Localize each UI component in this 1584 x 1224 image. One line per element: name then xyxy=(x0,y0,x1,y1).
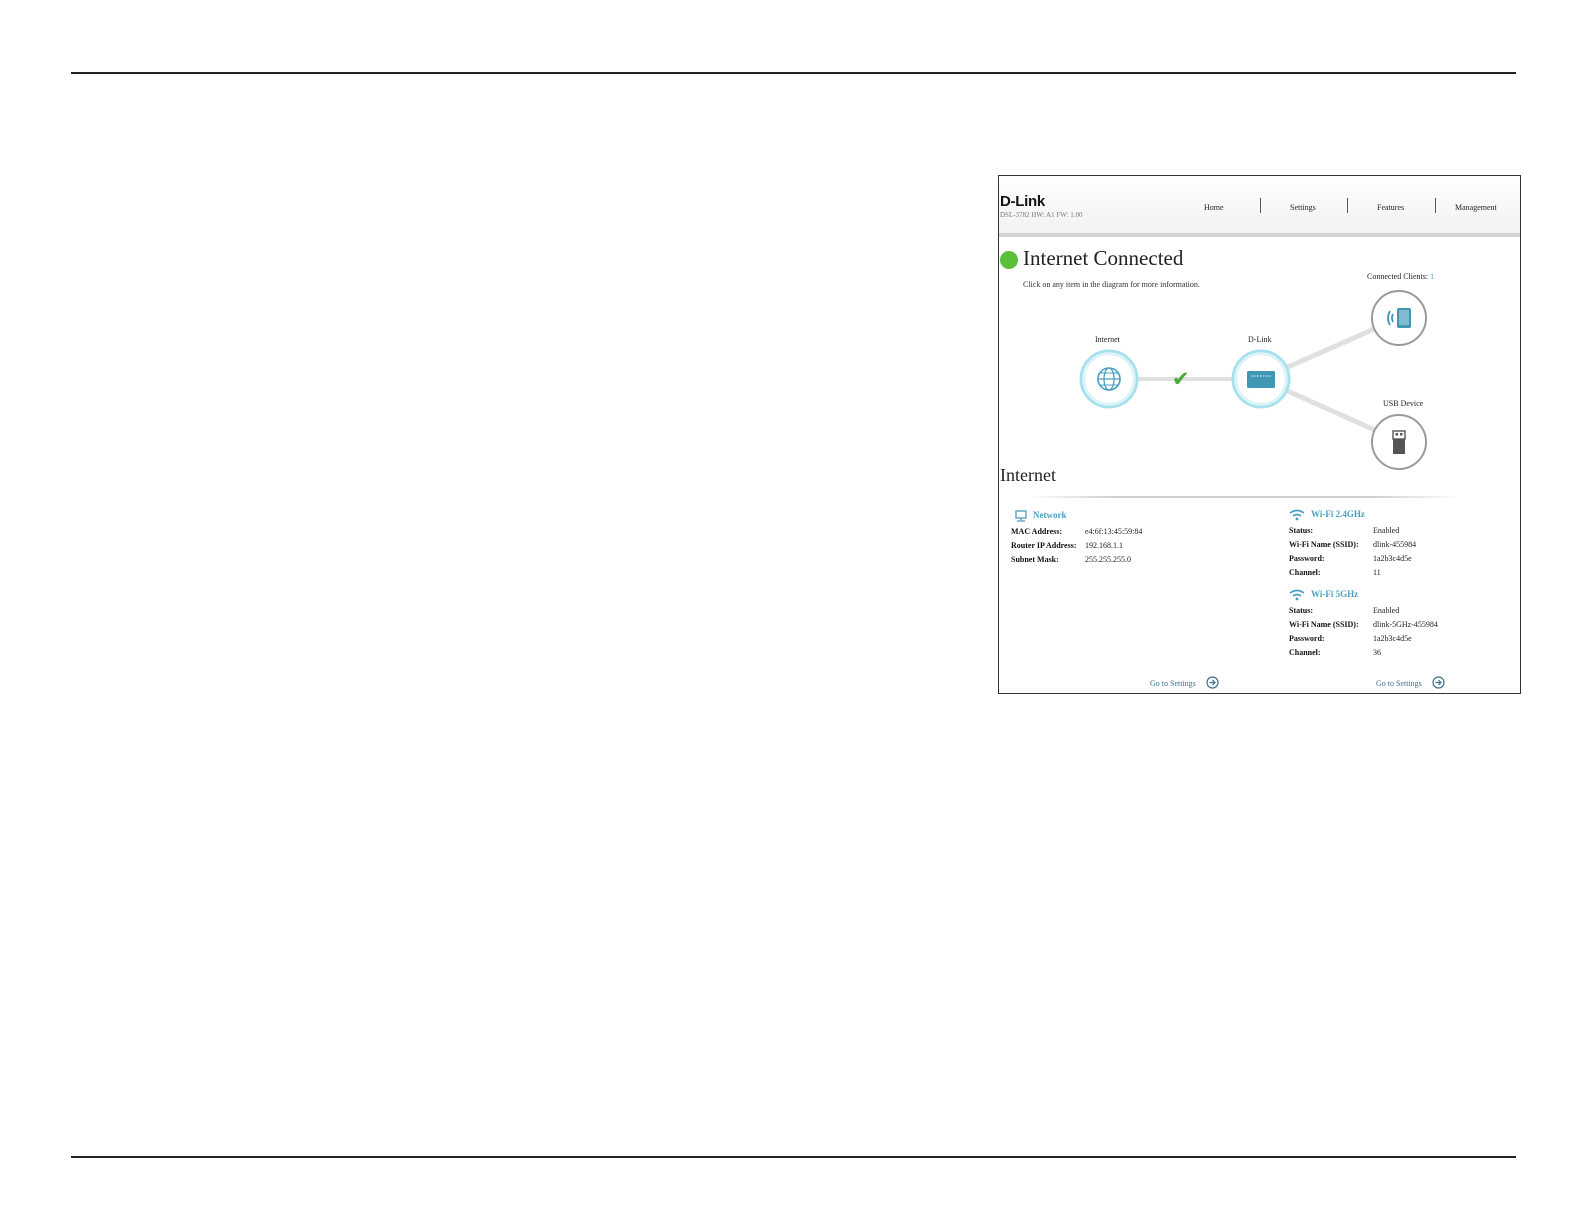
network-diagram xyxy=(1109,315,1401,444)
wireless-clients-icon[interactable] xyxy=(1369,288,1429,348)
wifi-24ghz-ssid-value: dlink-455984 xyxy=(1373,540,1417,549)
usb-device-icon[interactable] xyxy=(1369,412,1429,472)
wifi-24ghz-status-label: Status: xyxy=(1289,526,1314,535)
wifi-5ghz-status-value: Enabled xyxy=(1373,606,1400,615)
wifi-5ghz-icon xyxy=(1289,589,1305,601)
section-title: Internet xyxy=(1000,465,1056,485)
wifi-5ghz-channel-label: Channel: xyxy=(1289,648,1321,657)
wifi-5ghz-title: Wi-Fi 5GHz xyxy=(1311,589,1359,599)
wifi-go-to-settings-link[interactable]: Go to Settings xyxy=(1376,679,1422,688)
wifi-5ghz-password-value: 1a2b3c4d5e xyxy=(1373,634,1412,643)
mac-address-label: MAC Address: xyxy=(1011,527,1063,536)
wifi-24ghz-status-value: Enabled xyxy=(1373,526,1400,535)
wifi-24ghz-channel-value: 11 xyxy=(1373,568,1381,577)
network-icon xyxy=(1015,510,1027,522)
router-ip-label: Router IP Address: xyxy=(1011,541,1077,550)
subnet-mask-value: 255.255.255.0 xyxy=(1085,555,1131,564)
wifi-5ghz-ssid-label: Wi-Fi Name (SSID): xyxy=(1289,620,1359,629)
connection-ok-check-icon: ✔ xyxy=(1172,367,1190,391)
wifi-24ghz-channel-label: Channel: xyxy=(1289,568,1321,577)
wifi-5ghz-password-label: Password: xyxy=(1289,634,1325,643)
network-group-title: Network xyxy=(1033,510,1067,520)
mac-address-value: e4:6f:13:45:59:84 xyxy=(1085,527,1143,536)
wifi-5ghz-ssid-value: dlink-5GHz-455984 xyxy=(1373,620,1438,629)
usb-device-label: USB Device xyxy=(1383,399,1424,408)
internet-globe-icon[interactable] xyxy=(1079,349,1139,409)
nav-divider xyxy=(1520,198,1521,213)
router-icon[interactable] xyxy=(1231,349,1291,409)
wifi-24ghz-icon xyxy=(1289,509,1305,521)
arrow-right-circle-icon[interactable] xyxy=(1432,676,1445,689)
network-go-to-settings-link[interactable]: Go to Settings xyxy=(1150,679,1196,688)
wifi-24ghz-title: Wi-Fi 2.4GHz xyxy=(1311,509,1365,519)
wifi-24ghz-password-label: Password: xyxy=(1289,554,1325,563)
wifi-24ghz-password-value: 1a2b3c4d5e xyxy=(1373,554,1412,563)
internet-node-label: Internet xyxy=(1095,335,1120,344)
router-ip-value: 192.168.1.1 xyxy=(1085,541,1123,550)
wifi-24ghz-ssid-label: Wi-Fi Name (SSID): xyxy=(1289,540,1359,549)
arrow-right-circle-icon[interactable] xyxy=(1206,676,1219,689)
router-node-label: D-Link xyxy=(1248,335,1272,344)
page-top-rule xyxy=(71,72,1516,74)
page-bottom-rule xyxy=(71,1156,1516,1158)
section-divider xyxy=(1029,496,1459,498)
subnet-mask-label: Subnet Mask: xyxy=(1011,555,1059,564)
wifi-5ghz-channel-value: 36 xyxy=(1373,648,1381,657)
router-ui-screenshot: D-Link DSL-3782 HW: A1 FW: 1.00 Home Set… xyxy=(998,175,1521,694)
wifi-5ghz-status-label: Status: xyxy=(1289,606,1314,615)
